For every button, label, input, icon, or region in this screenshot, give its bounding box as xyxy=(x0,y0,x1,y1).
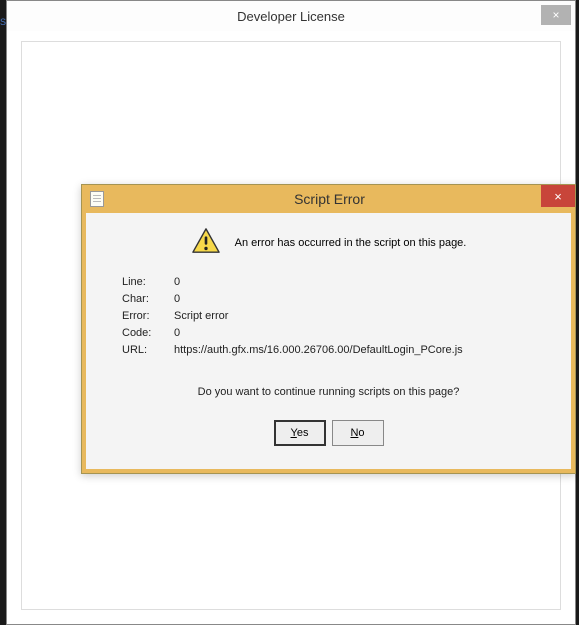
label-char: Char: xyxy=(122,293,166,305)
script-error-dialog: Script Error × An error has occurred in … xyxy=(81,184,576,474)
label-error: Error: xyxy=(122,310,166,322)
outer-titlebar: Developer License × xyxy=(7,1,575,31)
label-code: Code: xyxy=(122,327,166,339)
value-line: 0 xyxy=(174,276,541,288)
outer-window-title: Developer License xyxy=(237,9,345,24)
value-char: 0 xyxy=(174,293,541,305)
yes-label: Yes xyxy=(291,427,309,439)
message-row: An error has occurred in the script on t… xyxy=(116,227,541,258)
inner-titlebar: Script Error × xyxy=(82,185,575,213)
value-url: https://auth.gfx.ms/16.000.26706.00/Defa… xyxy=(174,344,541,356)
no-label: No xyxy=(350,427,364,439)
close-icon: × xyxy=(554,189,562,204)
inner-dialog-title: Script Error xyxy=(104,191,575,207)
label-line: Line: xyxy=(122,276,166,288)
error-message: An error has occurred in the script on t… xyxy=(235,237,467,249)
developer-license-window: Developer License × Script Error × xyxy=(6,0,576,625)
details-grid: Line: 0 Char: 0 Error: Script error Code… xyxy=(122,276,541,356)
warning-icon xyxy=(191,227,221,258)
yes-button[interactable]: Yes xyxy=(274,420,326,446)
inner-close-button[interactable]: × xyxy=(541,185,575,207)
close-icon: × xyxy=(552,8,559,22)
no-button[interactable]: No xyxy=(332,420,384,446)
value-error: Script error xyxy=(174,310,541,322)
outer-close-button[interactable]: × xyxy=(541,5,571,25)
button-row: Yes No xyxy=(116,420,541,446)
document-icon xyxy=(90,191,104,207)
label-url: URL: xyxy=(122,344,166,356)
continue-prompt: Do you want to continue running scripts … xyxy=(116,386,541,398)
value-code: 0 xyxy=(174,327,541,339)
dialog-body: An error has occurred in the script on t… xyxy=(82,213,575,473)
